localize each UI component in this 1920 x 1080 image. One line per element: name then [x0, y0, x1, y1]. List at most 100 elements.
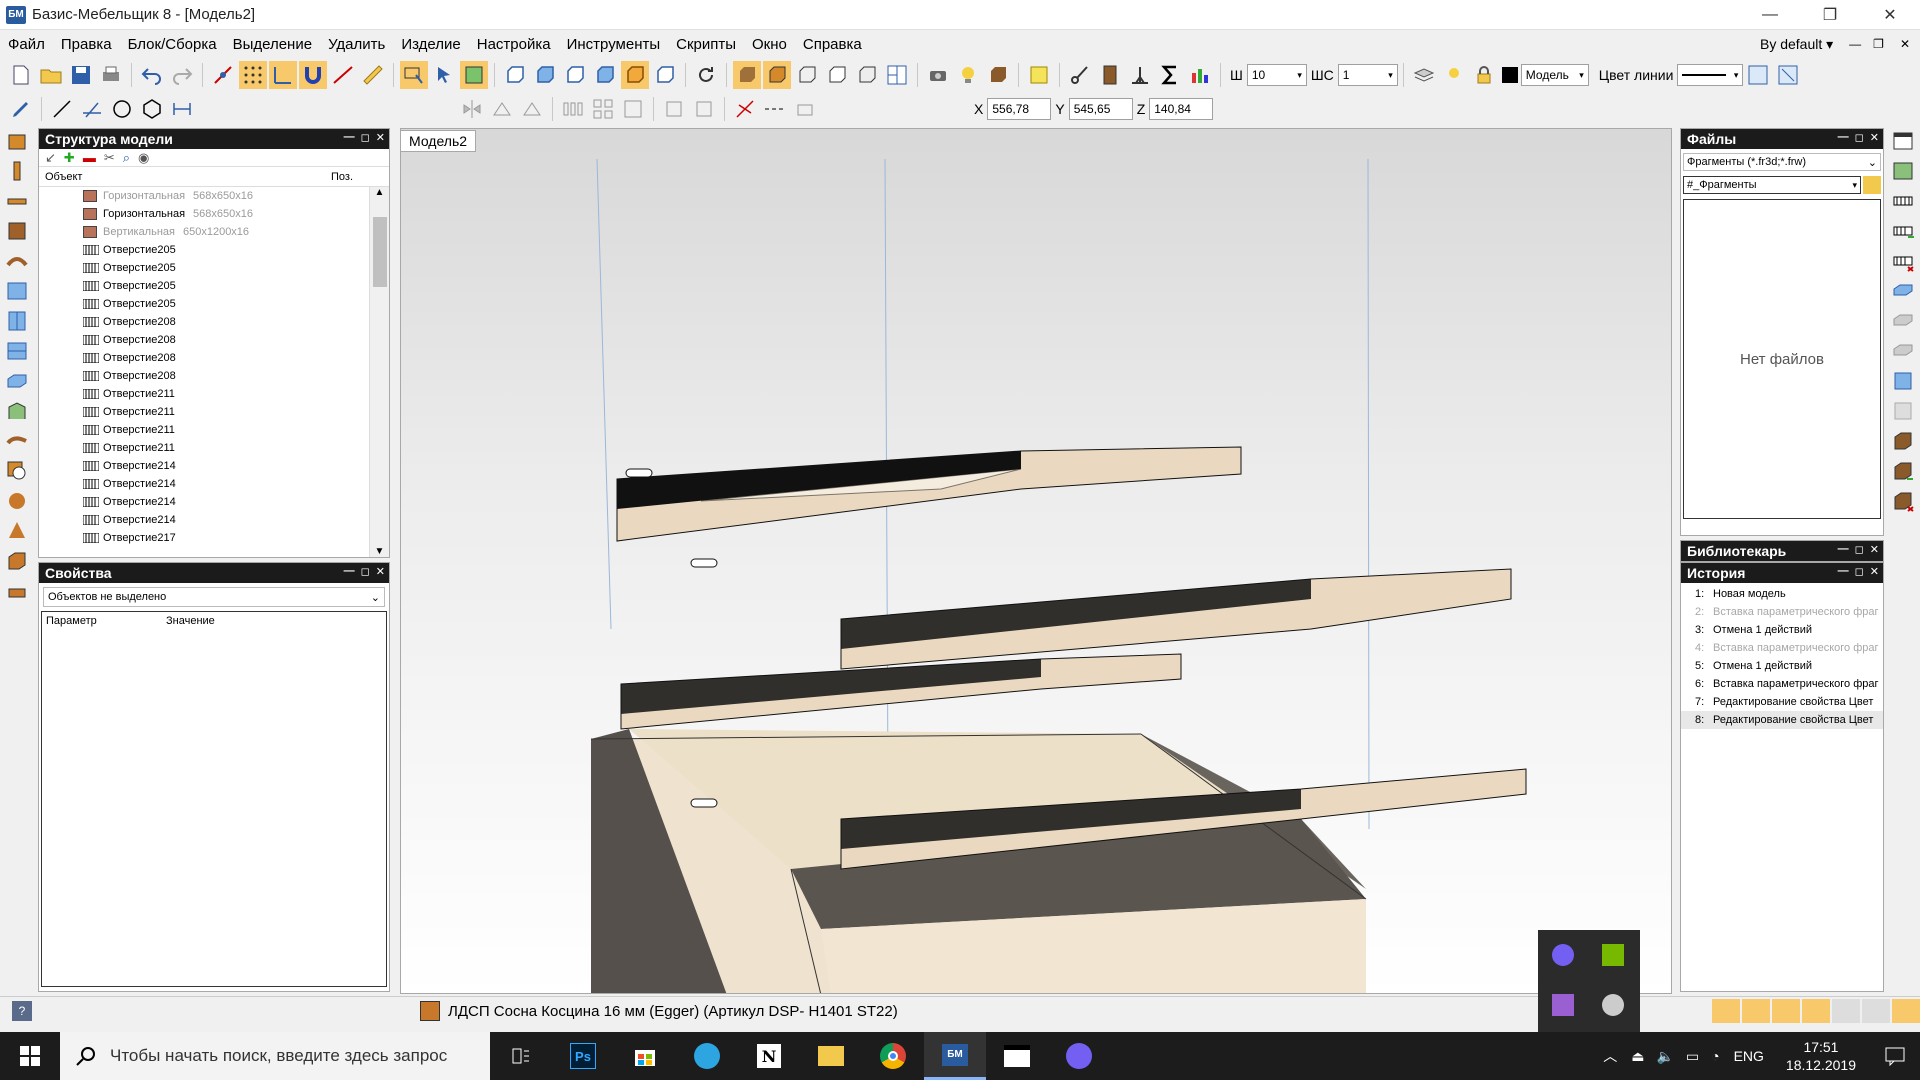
zoom-fit-icon[interactable]: [1744, 61, 1772, 89]
panel-back-icon[interactable]: [2, 216, 32, 246]
distribute-icon[interactable]: [619, 95, 647, 123]
tree-row[interactable]: Отверстие211: [39, 421, 367, 439]
z-coord-input[interactable]: 140,84: [1149, 98, 1214, 120]
cabinet-icon[interactable]: [1888, 426, 1918, 456]
view-iso-icon[interactable]: [591, 61, 619, 89]
cut-icon[interactable]: [1066, 61, 1094, 89]
render-wire-icon[interactable]: [793, 61, 821, 89]
status-zoom-icon[interactable]: [1832, 999, 1860, 1023]
tree-line-icon[interactable]: ↙: [45, 150, 56, 166]
minimize-button[interactable]: —: [1740, 0, 1800, 30]
add-panel-icon[interactable]: [1888, 156, 1918, 186]
cabinet-add-icon[interactable]: [1888, 456, 1918, 486]
move-icon[interactable]: [518, 95, 546, 123]
window-panel-icon[interactable]: [1888, 126, 1918, 156]
box-icon[interactable]: [2, 546, 32, 576]
menu-file[interactable]: Файл: [0, 36, 53, 53]
print-icon[interactable]: [97, 61, 125, 89]
tree-row[interactable]: Отверстие208: [39, 331, 367, 349]
group-icon[interactable]: [660, 95, 688, 123]
status-tool-4-icon[interactable]: [1802, 999, 1830, 1023]
wifi-icon[interactable]: ◔: [1711, 1048, 1719, 1064]
layers-icon[interactable]: [1410, 61, 1438, 89]
drawer-icon[interactable]: [2, 366, 32, 396]
history-item[interactable]: 3: Отмена 1 действий: [1681, 621, 1883, 639]
menu-tools[interactable]: Инструменты: [559, 36, 669, 53]
profile-icon[interactable]: [2, 396, 32, 426]
history-item[interactable]: 1: Новая модель: [1681, 585, 1883, 603]
ungroup-icon[interactable]: [690, 95, 718, 123]
tree-view-icon[interactable]: ◉: [138, 150, 149, 166]
rotate-icon[interactable]: [692, 61, 720, 89]
step-input[interactable]: 1 ▾: [1337, 64, 1398, 86]
task-view-icon[interactable]: [490, 1032, 552, 1080]
panel-pin-icon[interactable]: —: [1838, 565, 1849, 578]
menu-delete[interactable]: Удалить: [320, 36, 393, 53]
view-custom-icon[interactable]: [651, 61, 679, 89]
array-icon[interactable]: [559, 95, 587, 123]
status-cube-icon[interactable]: [1862, 999, 1890, 1023]
snap-icon[interactable]: [209, 61, 237, 89]
tree-row[interactable]: Отверстие214: [39, 511, 367, 529]
tree-row[interactable]: Отверстие205: [39, 259, 367, 277]
panel-float-icon[interactable]: ◻: [361, 131, 370, 144]
panel-pin-icon[interactable]: —: [1838, 131, 1849, 144]
offset-icon[interactable]: [791, 95, 819, 123]
video-editor-icon[interactable]: [986, 1032, 1048, 1080]
model-3d-canvas[interactable]: [401, 129, 1672, 994]
menu-block[interactable]: Блок/Сборка: [120, 36, 225, 53]
zoom-window-icon[interactable]: [1774, 61, 1802, 89]
ruler-icon[interactable]: [359, 61, 387, 89]
edge-icon[interactable]: [2, 426, 32, 456]
history-item[interactable]: 7: Редактирование свойства Цвет: [1681, 693, 1883, 711]
cone-icon[interactable]: [2, 516, 32, 546]
circle-tool-icon[interactable]: [108, 95, 136, 123]
panel-close-icon[interactable]: ✕: [1870, 565, 1879, 578]
vertical-split-icon[interactable]: [2, 306, 32, 336]
col-param-header[interactable]: Параметр: [46, 615, 97, 627]
undo-icon[interactable]: [138, 61, 166, 89]
tree-remove-icon[interactable]: ▬: [83, 150, 96, 165]
menu-scripts[interactable]: Скрипты: [668, 36, 744, 53]
structure-scrollbar[interactable]: ▲ ▼: [369, 187, 389, 557]
tree-row[interactable]: Отверстие205: [39, 277, 367, 295]
report-icon[interactable]: [1186, 61, 1214, 89]
panel-vertical-icon[interactable]: [2, 156, 32, 186]
width-input[interactable]: 10 ▾: [1246, 64, 1307, 86]
camera-icon[interactable]: [924, 61, 952, 89]
tree-row[interactable]: Отверстие205: [39, 295, 367, 313]
panel-front-icon[interactable]: [2, 186, 32, 216]
note-icon[interactable]: [1025, 61, 1053, 89]
taskbar-search[interactable]: Чтобы начать поиск, введите здесь запрос: [60, 1032, 490, 1080]
mdi-close-button[interactable]: ✕: [1890, 37, 1920, 51]
tree-row[interactable]: Отверстие208: [39, 313, 367, 331]
panel-close-icon[interactable]: ✕: [376, 131, 385, 144]
frame-icon[interactable]: [1888, 366, 1918, 396]
col-pos-header[interactable]: Поз.: [331, 171, 353, 183]
selection-dropdown[interactable]: Объектов не выделено ⌄: [43, 587, 385, 607]
render-hidden-icon[interactable]: [823, 61, 851, 89]
x-coord-input[interactable]: 556,78: [987, 98, 1052, 120]
status-folder-icon[interactable]: [1892, 999, 1920, 1023]
layer-color-swatch[interactable]: [1501, 67, 1518, 83]
language-indicator[interactable]: ENG: [1734, 1048, 1764, 1064]
grid-array-icon[interactable]: [589, 95, 617, 123]
notion-icon[interactable]: N: [738, 1032, 800, 1080]
view-side-icon[interactable]: [561, 61, 589, 89]
fastener-icon[interactable]: [1096, 61, 1124, 89]
status-tool-3-icon[interactable]: [1772, 999, 1800, 1023]
polyline-tool-icon[interactable]: [78, 95, 106, 123]
store-icon[interactable]: [614, 1032, 676, 1080]
history-item[interactable]: 6: Вставка параметрического фраг: [1681, 675, 1883, 693]
dimension-tool-icon[interactable]: [168, 95, 196, 123]
close-button[interactable]: ✕: [1860, 0, 1920, 30]
layer-select[interactable]: Модель ▾: [1520, 64, 1589, 86]
scroll-thumb[interactable]: [373, 217, 387, 287]
tree-row[interactable]: Отверстие214: [39, 457, 367, 475]
menu-help[interactable]: Справка: [795, 36, 870, 53]
sum-icon[interactable]: [1156, 61, 1184, 89]
tree-row[interactable]: Отверстие214: [39, 475, 367, 493]
open-folder-icon[interactable]: [37, 61, 65, 89]
stack-icon[interactable]: [2, 576, 32, 606]
pen-tray-icon[interactable]: [1552, 994, 1574, 1016]
